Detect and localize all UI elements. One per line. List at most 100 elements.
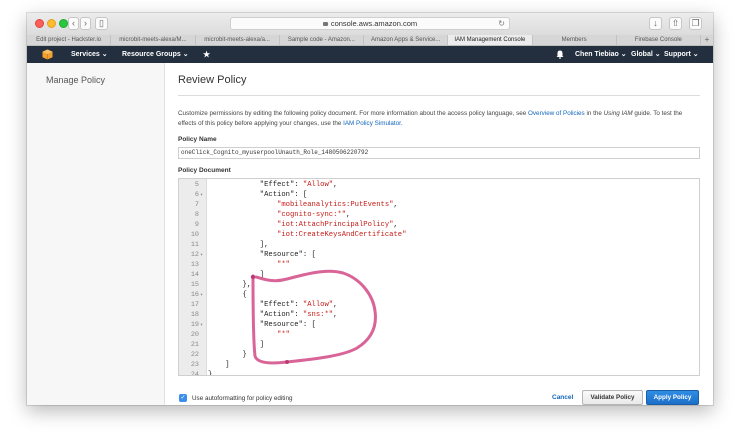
code-line: 14 ]: [179, 270, 699, 280]
line-number: 20: [190, 331, 199, 339]
tab-microbit-2[interactable]: microbit-meets-alexa/a...: [196, 35, 280, 45]
desc-text-1: Customize permissions by editing the fol…: [178, 110, 529, 117]
json-token: "Action":: [208, 311, 303, 319]
region-menu[interactable]: Global ⌄: [631, 46, 661, 63]
fold-arrow-icon[interactable]: ▾: [200, 250, 203, 260]
address-bar[interactable]: console.aws.amazon.com ↻: [230, 17, 510, 30]
json-token: ,: [393, 221, 398, 229]
user-menu[interactable]: Chen Tiebiao ⌄: [575, 46, 627, 63]
tab-amazon-apps[interactable]: Amazon Apps & Service...: [364, 35, 449, 45]
validate-policy-button[interactable]: Validate Policy: [582, 390, 643, 405]
pin-icon[interactable]: ★: [203, 46, 210, 63]
line-number: 7: [194, 201, 199, 209]
minimize-window-button[interactable]: [47, 19, 56, 28]
back-icon[interactable]: ‹: [68, 17, 79, 30]
resource-groups-menu[interactable]: Resource Groups ⌄: [122, 46, 189, 63]
desc-text-2: in the: [584, 110, 604, 117]
line-number: 14: [190, 271, 199, 279]
policy-name-input[interactable]: oneClick_Cognito_myuserpoolUnauth_Role_1…: [178, 147, 700, 159]
json-string: "Allow": [302, 301, 334, 309]
line-number: 15: [190, 281, 199, 289]
services-menu[interactable]: Services ⌄: [71, 46, 108, 63]
code-line: 24}: [179, 370, 699, 375]
lock-icon: [322, 22, 328, 26]
sidebar-icon[interactable]: ▯: [95, 17, 108, 30]
policy-document-label: Policy Document: [178, 167, 231, 174]
chevron-down-icon: ⌄: [692, 51, 699, 58]
share-icon[interactable]: ⇧: [669, 17, 682, 30]
code-line: 10 "iot:CreateKeysAndCertificate": [179, 230, 699, 240]
json-token: ,: [393, 201, 398, 209]
code-text: }: [208, 350, 247, 360]
json-token: },: [208, 281, 252, 289]
json-string: "*": [277, 261, 290, 269]
main-content: Review Policy Customize permissions by e…: [165, 63, 713, 405]
code-line: 16 ▾ {: [179, 290, 699, 300]
json-token: ,: [333, 301, 338, 309]
code-text: "mobileanalytics:PutEvents",: [208, 200, 398, 210]
tab-hackster[interactable]: Edit project - Hackster.io: [27, 35, 112, 45]
overview-of-policies-link[interactable]: Overview of Policies: [528, 110, 585, 117]
desc-text-4: .: [400, 119, 403, 127]
resource-groups-label: Resource Groups: [122, 51, 181, 58]
chevron-down-icon: ⌄: [620, 51, 627, 58]
zoom-window-button[interactable]: [59, 19, 68, 28]
code-text: "*": [208, 260, 290, 270]
new-tab-button[interactable]: +: [701, 35, 713, 45]
code-text: "Effect": "Allow",: [208, 180, 338, 190]
tab-members[interactable]: Members: [533, 35, 617, 45]
code-line: 11 ],: [179, 240, 699, 250]
line-number: 22: [190, 351, 199, 359]
apply-policy-button[interactable]: Apply Policy: [646, 390, 699, 405]
line-number: 8: [194, 211, 199, 219]
reload-icon[interactable]: ↻: [498, 18, 505, 30]
code-text: "Resource": [: [208, 320, 316, 330]
code-text: "Action": [: [208, 190, 307, 200]
tabs-icon[interactable]: ❐: [689, 17, 702, 30]
json-token: ,: [333, 311, 338, 319]
code-text: }: [208, 370, 212, 375]
policy-name-label: Policy Name: [178, 136, 217, 143]
code-text: "iot:CreateKeysAndCertificate": [208, 230, 406, 240]
line-number: 5: [194, 181, 199, 189]
iam-policy-simulator-link[interactable]: IAM Policy Simulator: [343, 120, 401, 127]
download-icon[interactable]: ↓: [649, 17, 662, 30]
line-number: 12: [190, 251, 199, 259]
chevron-down-icon: ⌄: [654, 51, 661, 58]
code-text: ]: [208, 340, 264, 350]
tab-sample-code[interactable]: Sample code - Amazon...: [280, 35, 364, 45]
code-line: 21 ]: [179, 340, 699, 350]
tab-firebase[interactable]: Firebase Console: [617, 35, 701, 45]
sidebar: Manage Policy: [27, 63, 165, 405]
code-text: "*": [208, 330, 290, 340]
code-text: },: [208, 280, 252, 290]
json-token: ],: [208, 241, 269, 249]
bell-icon[interactable]: [556, 50, 564, 59]
fold-arrow-icon[interactable]: ▾: [200, 190, 203, 200]
fold-arrow-icon[interactable]: ▾: [200, 290, 203, 300]
json-token: ]: [208, 341, 265, 349]
cancel-button[interactable]: Cancel: [552, 393, 573, 403]
json-token: ,: [346, 211, 351, 219]
forward-icon[interactable]: ›: [80, 17, 91, 30]
code-line: 19 ▾ "Resource": [: [179, 320, 699, 330]
json-token: ]: [208, 271, 265, 279]
line-number: 21: [190, 341, 199, 349]
json-token: ,: [333, 181, 338, 189]
browser-toolbar: ‹ › ▯ console.aws.amazon.com ↻ ↓ ⇧ ❐: [27, 13, 713, 36]
aws-cube-icon[interactable]: [42, 49, 53, 60]
tab-iam-console[interactable]: IAM Management Console: [448, 35, 533, 45]
code-line: 13 "*": [179, 260, 699, 270]
tab-microbit-1[interactable]: microbit-meets-alexa/M...: [111, 35, 196, 45]
fold-arrow-icon[interactable]: ▾: [200, 320, 203, 330]
json-token: }: [208, 351, 247, 359]
code-text: "Action": "sns:*",: [208, 310, 338, 320]
support-menu[interactable]: Support ⌄: [664, 46, 699, 63]
close-window-button[interactable]: [35, 19, 44, 28]
policy-document-editor[interactable]: 5 "Effect": "Allow", 6 ▾ "Action": [7 "mob…: [178, 178, 700, 376]
line-number: 11: [190, 241, 199, 249]
code-line: 15 },: [179, 280, 699, 290]
autoformat-checkbox[interactable]: ✓: [179, 394, 187, 402]
json-string: "iot:CreateKeysAndCertificate": [277, 231, 407, 239]
